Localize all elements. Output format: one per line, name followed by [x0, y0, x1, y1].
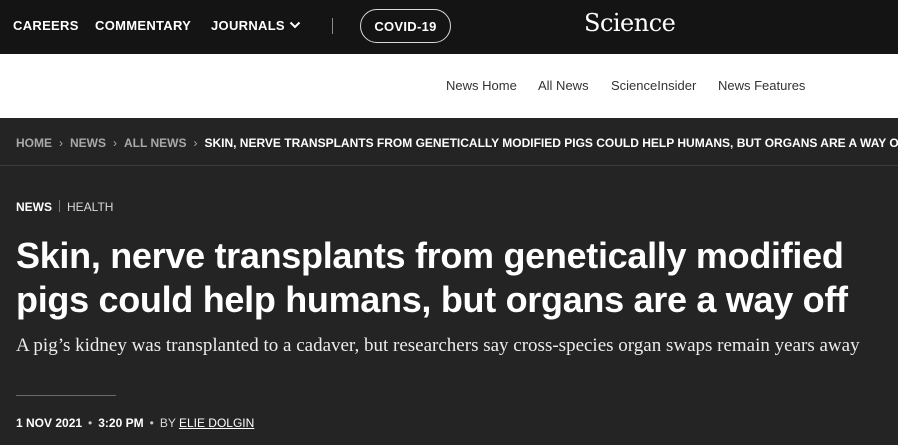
byline-divider — [16, 395, 116, 396]
publish-time: 3:20 PM — [98, 416, 144, 430]
byline-separator: • — [88, 416, 93, 430]
byline: 1 NOV 2021 • 3:20 PM • BY ELIE DOLGIN — [16, 416, 254, 430]
breadcrumb-separator: › — [113, 136, 117, 150]
subnav-news-home[interactable]: News Home — [446, 78, 517, 93]
article-tags: NEWS HEALTH — [16, 200, 113, 214]
nav-journals-link[interactable]: JOURNALS — [211, 18, 285, 33]
nav-divider — [332, 18, 333, 34]
subnav-all-news[interactable]: All News — [538, 78, 589, 93]
breadcrumb-current-article: SKIN, NERVE TRANSPLANTS FROM GENETICALLY… — [204, 136, 898, 150]
tag-divider — [59, 200, 60, 212]
subnav-scienceinsider[interactable]: ScienceInsider — [611, 78, 696, 93]
breadcrumb-divider — [0, 165, 898, 166]
breadcrumb-home[interactable]: HOME — [16, 136, 52, 150]
breadcrumb-news[interactable]: NEWS — [70, 136, 106, 150]
covid-19-button[interactable]: COVID-19 — [360, 9, 451, 43]
byline-prefix: BY — [159, 416, 176, 430]
nav-commentary-link[interactable]: COMMENTARY — [95, 18, 191, 33]
article-dek: A pig’s kidney was transplanted to a cad… — [16, 335, 860, 356]
article-headline: Skin, nerve transplants from genetically… — [16, 235, 848, 320]
subnav-news-features[interactable]: News Features — [718, 78, 805, 93]
science-logo[interactable]: Science — [584, 9, 676, 37]
section-tag[interactable]: NEWS — [16, 200, 52, 214]
author-link[interactable]: ELIE DOLGIN — [179, 416, 254, 430]
news-subnavigation: News Home All News ScienceInsider News F… — [0, 54, 898, 118]
publish-date: 1 NOV 2021 — [16, 416, 83, 430]
byline-separator: • — [149, 416, 154, 430]
nav-careers-link[interactable]: CAREERS — [13, 18, 79, 33]
chevron-down-icon[interactable] — [288, 18, 302, 32]
top-navigation-bar: CAREERS COMMENTARY JOURNALS COVID-19 Sci… — [0, 0, 898, 54]
topic-tag[interactable]: HEALTH — [67, 200, 113, 214]
breadcrumb-separator: › — [193, 136, 198, 150]
breadcrumb: HOME › NEWS › ALL NEWS › SKIN, NERVE TRANSPLAN… — [16, 136, 898, 150]
breadcrumb-separator: › — [59, 136, 63, 150]
breadcrumb-all-news[interactable]: ALL NEWS — [124, 136, 186, 150]
